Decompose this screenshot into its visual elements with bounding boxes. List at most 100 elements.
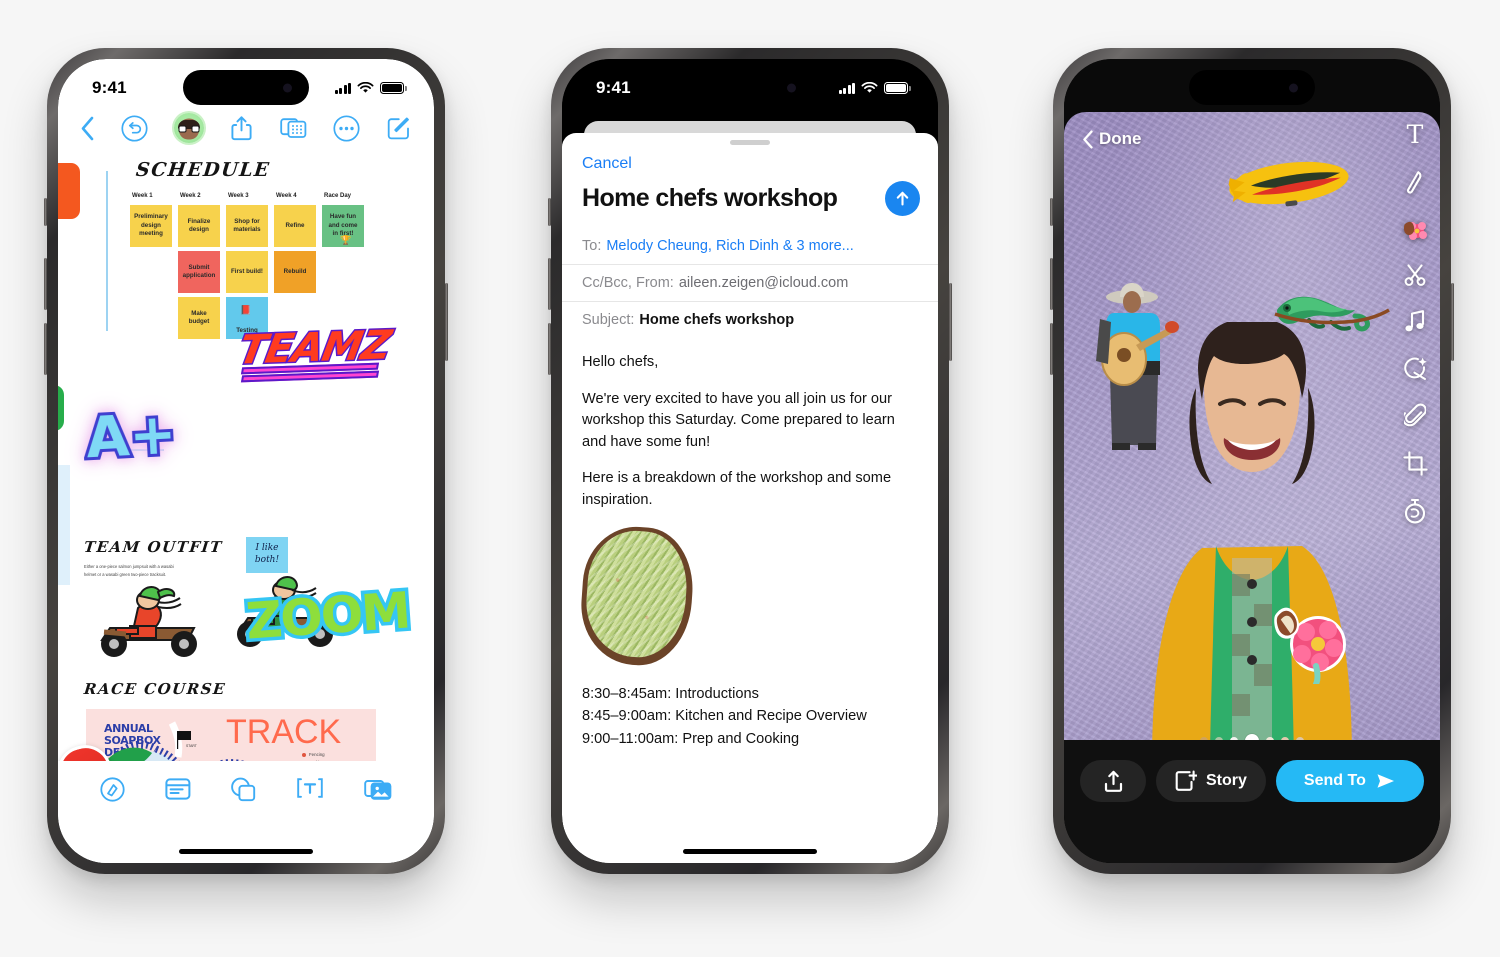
cancel-button[interactable]: Cancel [562,145,938,173]
track-layout-card[interactable]: ANNUAL SOAPBOX DERBY TRACK LAYOUT [86,709,376,761]
sticky-note[interactable]: Submit application [178,251,220,293]
power-button[interactable] [445,283,448,361]
sticky-note[interactable]: Finalize design [178,205,220,247]
heading-team-outfit: TEAM OUTFIT [83,538,224,556]
mute-switch[interactable] [44,198,47,226]
back-icon[interactable] [80,116,95,141]
freeform-toolbar [58,111,434,149]
timer-icon[interactable] [1403,498,1427,524]
person-photo[interactable] [1112,322,1392,762]
dynamic-island [687,70,813,105]
mute-switch[interactable] [548,198,551,226]
share-up-icon [1104,770,1122,792]
avatar-memoji-icon[interactable] [174,113,205,143]
send-to-button[interactable]: Send To [1275,760,1424,802]
legend-item: Fencing [309,752,325,757]
green-shape-sticker[interactable] [58,385,64,431]
field-label: To: [582,238,602,254]
field-to[interactable]: To: Melody Cheung, Rich Dinh & 3 more... [562,228,938,264]
battery-full-icon [1386,82,1410,94]
device-snap-editor: 9:41 [1050,48,1454,874]
sticky-note[interactable]: Shop for materials [226,205,268,247]
text-t-icon[interactable]: T [1407,122,1424,147]
cellular-bars-icon [838,82,855,94]
sticky-note[interactable]: First build! [226,251,268,293]
shapes-icon[interactable] [230,777,256,807]
sticky-note[interactable]: Make budget [178,297,220,339]
music-note-icon[interactable] [1404,309,1426,334]
zoom-sticker[interactable]: ZOOM [241,578,415,654]
scissors-icon[interactable] [1403,263,1427,287]
paperclip-icon[interactable] [1404,403,1426,429]
heading-schedule: SCHEDULE [134,159,272,181]
page-title: Home chefs workshop [582,184,838,212]
battery-full-icon [884,82,911,94]
device-mail: 9:41 Cancel Home chefs workshop To: Melo… [548,48,952,874]
power-button[interactable] [1451,283,1454,361]
crop-icon[interactable] [1402,451,1428,476]
volume-up-button[interactable] [548,258,551,310]
magic-sparkle-icon[interactable] [1403,356,1428,381]
dynamic-island [183,70,309,105]
text-box-icon[interactable] [296,777,324,804]
ellipsis-circle-icon[interactable] [333,114,360,142]
volume-down-button[interactable] [1050,323,1053,375]
send-arrow-icon [1377,774,1394,788]
schedule-line: 8:45–9:00am: Kitchen and Recipe Overview [582,708,867,725]
volume-down-button[interactable] [548,323,551,375]
status-bar: 9:41 [562,59,938,111]
message-body[interactable]: Hello chefs, We're very excited to have … [562,338,938,750]
start-label: START [186,744,197,748]
power-button[interactable] [949,283,952,361]
front-camera-icon [787,83,796,92]
soapbox-cart-red-illustration[interactable] [88,574,208,664]
photo-canvas[interactable]: Done T [1064,112,1440,762]
status-bar: 9:41 [58,59,434,111]
done-label: Done [1099,129,1142,148]
copy-boards-icon[interactable] [279,115,307,141]
arrow-up-icon [896,191,909,206]
sticky-note[interactable]: Rebuild [274,251,316,293]
field-value: Home chefs workshop [639,312,795,328]
volume-up-button[interactable] [44,258,47,310]
add-story-icon [1175,770,1197,791]
book-emoji-icon: 📕 [240,305,252,315]
sticky-note[interactable]: Refine [274,205,316,247]
photos-icon[interactable] [364,777,392,806]
aplus-sticker[interactable]: A+ [81,399,181,475]
status-time: 9:41 [92,78,127,97]
week-label: Week 1 [132,193,153,199]
volume-up-button[interactable] [1050,258,1053,310]
chevron-left-icon [1083,129,1093,149]
blimp-sticker[interactable] [1204,149,1357,219]
side-note-clipped[interactable] [58,465,70,585]
field-value: aileen.zeigen@icloud.com [678,275,849,291]
status-time: 9:41 [596,78,631,97]
done-button[interactable]: Done [1082,129,1142,149]
share-button[interactable] [1080,760,1146,802]
share-up-icon[interactable] [230,115,253,142]
pencil-icon[interactable] [1403,169,1427,195]
story-button[interactable]: Story [1156,760,1266,802]
home-indicator[interactable] [683,849,817,854]
field-subject[interactable]: Subject: Home chefs workshop [562,301,938,338]
volume-down-button[interactable] [44,323,47,375]
home-indicator[interactable] [179,849,313,854]
compose-header: Home chefs workshop [562,173,938,228]
mute-switch[interactable] [1050,198,1053,226]
sticky-note[interactable]: Preliminary design meeting [130,205,172,247]
wifi-icon [357,82,374,93]
pen-circle-icon[interactable] [100,777,125,807]
board-canvas[interactable]: SCHEDULE Week 1 Week 2 Week 3 Week 4 Rac… [58,149,434,761]
front-camera-icon [283,83,292,92]
sticky-note-icon[interactable] [165,777,191,806]
orange-shape-sticker[interactable] [58,163,80,219]
avocado-toast-photo[interactable] [577,522,697,669]
flower-butterfly-sticker[interactable] [1260,588,1352,684]
flower-sticker-icon[interactable] [1402,217,1428,241]
field-cc-bcc-from[interactable]: Cc/Bcc, From: aileen.zeigen@icloud.com [562,264,938,301]
undo-arrow-icon[interactable] [121,114,148,142]
send-button[interactable] [885,181,920,216]
pencil-square-icon[interactable] [386,115,412,141]
body-paragraph: Here is a breakdown of the workshop and … [582,470,892,508]
